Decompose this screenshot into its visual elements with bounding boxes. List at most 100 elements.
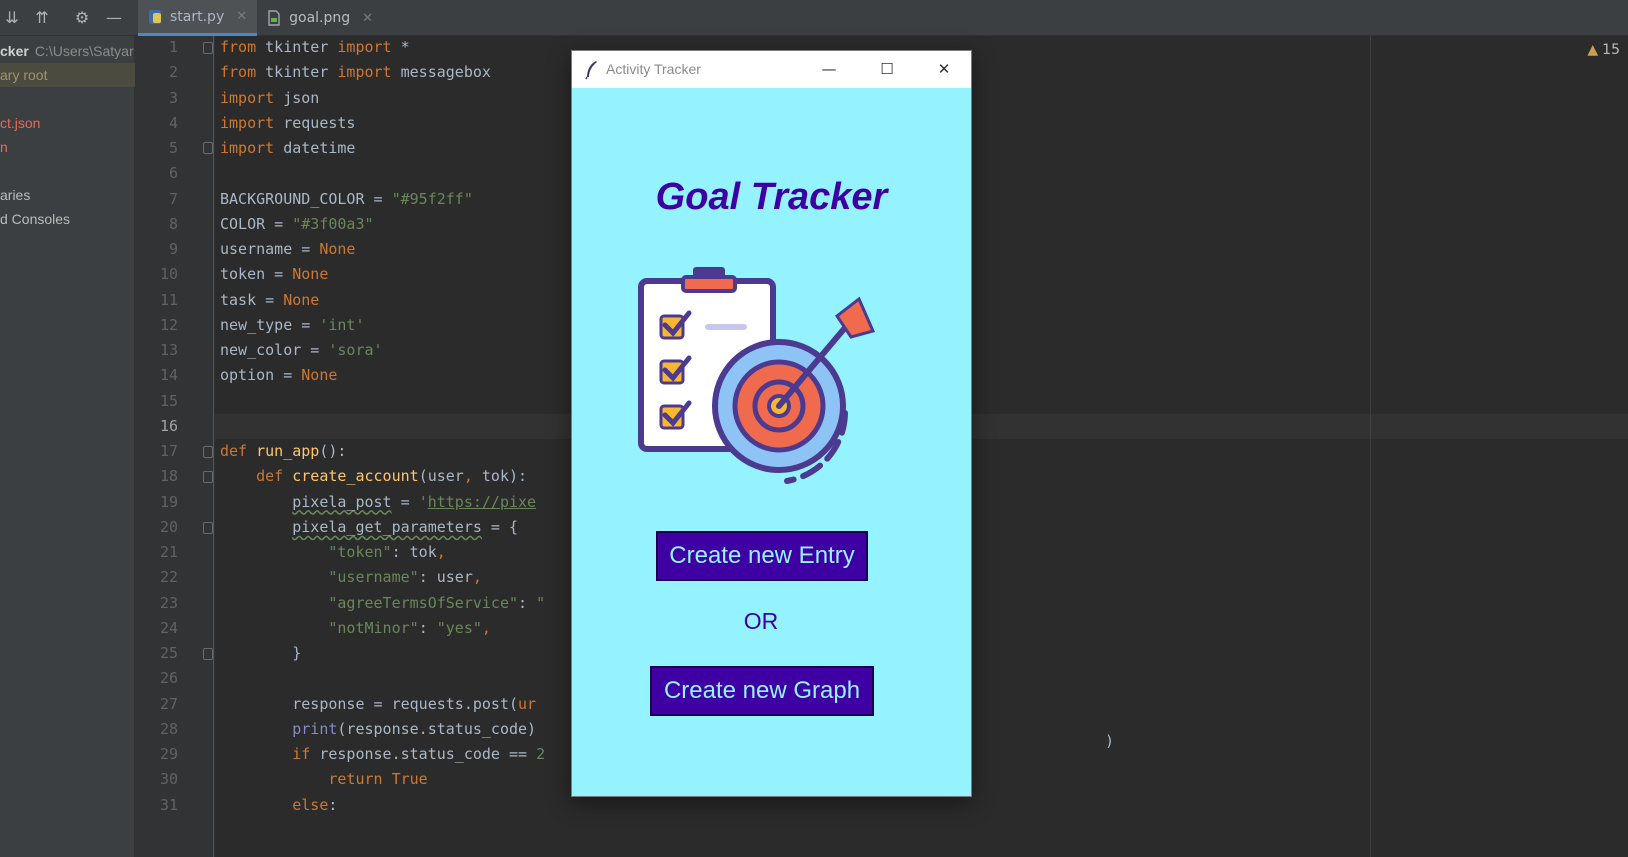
warning-count: 15 bbox=[1602, 42, 1620, 58]
code-token: , bbox=[472, 568, 482, 587]
code-line: return True bbox=[220, 767, 428, 792]
code-line: username = None bbox=[220, 237, 355, 262]
line-number: 23 bbox=[159, 593, 178, 612]
maximize-button[interactable]: ☐ bbox=[858, 51, 916, 88]
close-icon[interactable]: ✕ bbox=[362, 11, 373, 26]
line-number: 2 bbox=[168, 63, 178, 82]
fold-marker-icon[interactable] bbox=[203, 142, 213, 154]
line-number: 12 bbox=[159, 315, 178, 334]
line-number: 19 bbox=[159, 492, 178, 511]
code-token: ur bbox=[518, 694, 537, 713]
code-token: def bbox=[256, 467, 284, 486]
project-sidebar: cker C:\Users\Satyar ary root ct.json n a… bbox=[0, 36, 135, 857]
hide-panel-icon[interactable]: — bbox=[104, 8, 124, 28]
code-token: "#3f00a3" bbox=[292, 214, 374, 233]
code-token: import bbox=[220, 139, 275, 157]
code-token: pixela_post bbox=[292, 492, 392, 511]
tab-goal-png[interactable]: goal.png ✕ bbox=[257, 0, 383, 36]
line-number: 24 bbox=[159, 618, 178, 637]
expand-all-icon[interactable]: ⇊ bbox=[2, 8, 22, 28]
fold-marker-icon[interactable] bbox=[203, 648, 213, 660]
fold-marker-icon[interactable] bbox=[203, 471, 213, 483]
code-token: "notMinor" bbox=[328, 618, 419, 637]
line-number: 8 bbox=[168, 214, 178, 233]
sidebar-item-file[interactable]: n bbox=[0, 135, 135, 159]
code-token: requests bbox=[274, 113, 356, 132]
code-token: new_color = bbox=[220, 341, 329, 359]
code-token: import bbox=[337, 38, 392, 56]
code-line: } bbox=[220, 641, 301, 666]
create-entry-button[interactable]: Create new Entry bbox=[656, 531, 868, 581]
code-line: task = None bbox=[220, 288, 319, 313]
code-token: 'int' bbox=[319, 315, 365, 334]
tab-label: goal.png bbox=[289, 10, 351, 26]
fold-marker-icon[interactable] bbox=[203, 446, 213, 458]
sidebar-item-project[interactable]: cker C:\Users\Satyar bbox=[0, 39, 135, 63]
code-token: response.status_code == bbox=[310, 745, 537, 763]
line-number: 15 bbox=[159, 391, 178, 410]
line-number: 13 bbox=[159, 341, 178, 359]
sidebar-item-consoles[interactable]: d Consoles bbox=[0, 207, 135, 231]
line-number: 25 bbox=[159, 644, 178, 662]
image-file-icon bbox=[268, 10, 280, 26]
code-line: COLOR = "#3f00a3" bbox=[220, 212, 374, 237]
line-number: 5 bbox=[168, 139, 178, 157]
line-number: 27 bbox=[159, 694, 178, 713]
code-token: " bbox=[536, 593, 546, 612]
editor-toolbar: ⇊ ⇈ ⚙ — start.py ✕ goal.png ✕ bbox=[0, 0, 1628, 36]
warning-indicator[interactable]: ▲ 15 bbox=[1587, 42, 1620, 58]
code-line: pixela_post = 'https://pixe bbox=[220, 490, 536, 515]
line-number: 3 bbox=[168, 88, 178, 107]
code-token: "username" bbox=[328, 568, 419, 587]
sidebar-item-libraries[interactable]: aries bbox=[0, 183, 135, 207]
line-number: 11 bbox=[159, 290, 178, 309]
or-label: OR bbox=[743, 608, 779, 634]
code-token: 2 bbox=[536, 745, 546, 763]
fold-marker-icon[interactable] bbox=[203, 42, 213, 54]
create-graph-button[interactable]: Create new Graph bbox=[650, 666, 874, 716]
code-token: create_account bbox=[292, 467, 419, 486]
code-token: token = bbox=[220, 265, 293, 284]
close-icon[interactable]: ✕ bbox=[236, 9, 247, 24]
code-token: (): bbox=[319, 442, 347, 460]
fold-marker-icon[interactable] bbox=[203, 522, 213, 534]
line-number: 22 bbox=[159, 568, 178, 587]
window-title: Activity Tracker bbox=[606, 61, 701, 77]
code-line: from tkinter import * bbox=[220, 35, 410, 60]
code-token: (user bbox=[418, 467, 464, 486]
code-line: BACKGROUND_COLOR = "#95f2ff" bbox=[220, 187, 473, 212]
window-titlebar[interactable]: Activity Tracker — ☐ ✕ bbox=[572, 51, 971, 88]
code-token: None bbox=[319, 240, 356, 258]
line-number: 21 bbox=[159, 543, 178, 561]
line-number: 4 bbox=[168, 113, 178, 132]
gear-icon[interactable]: ⚙ bbox=[72, 8, 92, 28]
collapse-all-icon[interactable]: ⇈ bbox=[32, 8, 52, 28]
minimize-button[interactable]: — bbox=[800, 51, 858, 88]
code-line: def run_app(): bbox=[220, 439, 346, 464]
code-token: None bbox=[301, 366, 338, 385]
line-number: 28 bbox=[159, 719, 178, 738]
code-token: option = bbox=[220, 366, 302, 385]
sidebar-item-json-file[interactable]: ct.json bbox=[0, 111, 135, 135]
tab-start-py[interactable]: start.py ✕ bbox=[138, 0, 258, 36]
code-token: def bbox=[220, 442, 248, 460]
code-line: import json bbox=[220, 86, 319, 111]
close-button[interactable]: ✕ bbox=[915, 51, 973, 88]
code-line: if response.status_code == 2 bbox=[220, 742, 545, 767]
code-token: = { bbox=[481, 517, 519, 536]
line-number: 17 bbox=[159, 442, 178, 460]
code-token: True bbox=[391, 770, 428, 789]
app-heading: Goal Tracker bbox=[655, 176, 888, 218]
code-token: task = bbox=[220, 290, 284, 309]
code-line: "username": user, bbox=[220, 565, 482, 590]
code-token: tkinter bbox=[256, 63, 338, 82]
code-line: new_type = 'int' bbox=[220, 313, 365, 338]
line-number: 10 bbox=[159, 265, 178, 284]
code-line: "token": tok, bbox=[220, 540, 445, 565]
sidebar-item-root[interactable]: ary root bbox=[0, 63, 135, 87]
code-token: None bbox=[283, 290, 320, 309]
code-token: "token" bbox=[328, 543, 392, 561]
